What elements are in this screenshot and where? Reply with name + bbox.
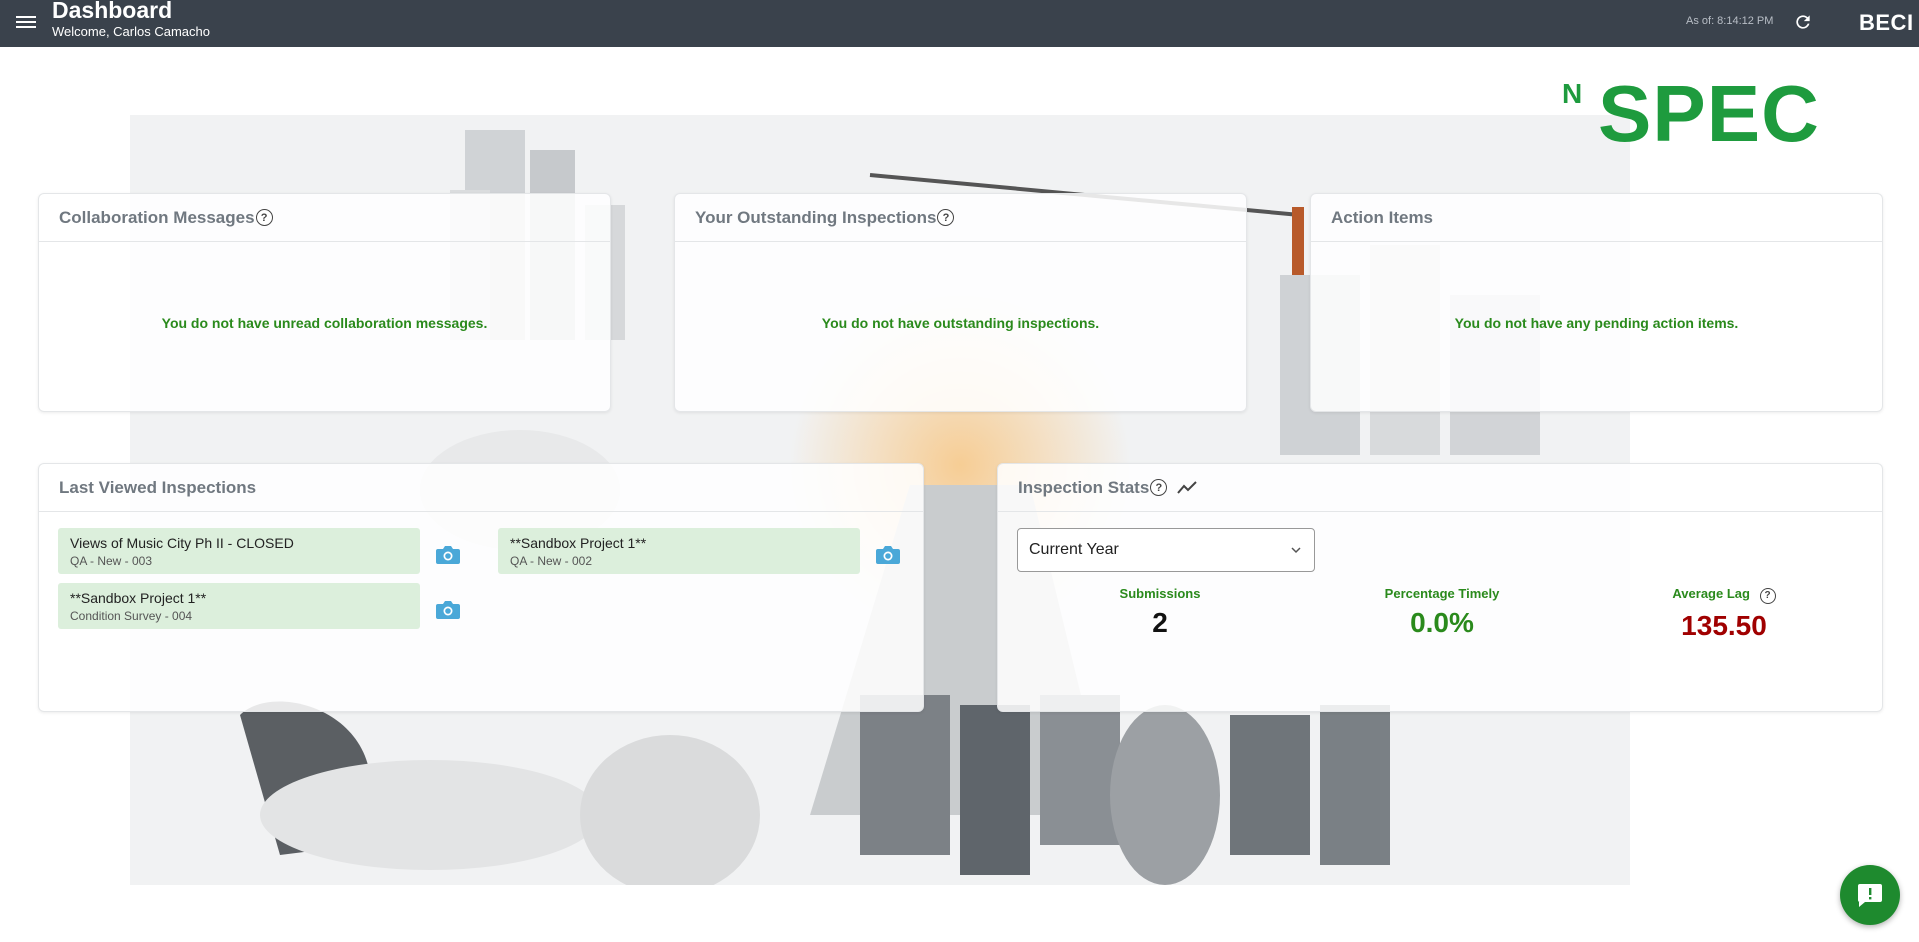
lag-label: Average Lag <box>1672 586 1750 601</box>
top-bar: Dashboard Welcome, Carlos Camacho As of:… <box>0 0 1919 47</box>
nspec-logo: N SPEC <box>1562 69 1862 158</box>
chat-icon <box>1858 884 1882 907</box>
submissions-stat: Submissions 2 <box>1060 586 1260 639</box>
chevron-down-icon <box>1291 547 1301 554</box>
inspection-item[interactable]: **Sandbox Project 1** Condition Survey -… <box>58 583 420 629</box>
title-block: Dashboard Welcome, Carlos Camacho <box>52 0 210 40</box>
help-icon[interactable]: ? <box>1150 479 1168 496</box>
submissions-label: Submissions <box>1119 586 1201 601</box>
empty-message: You do not have unread collaboration mes… <box>161 315 488 331</box>
organization-name: BECI <box>1859 10 1914 35</box>
inspection-name: Views of Music City Ph II - CLOSED <box>70 535 294 551</box>
camera-icon[interactable] <box>435 544 461 566</box>
inspection-name: **Sandbox Project 1** <box>70 590 207 606</box>
welcome-text: Welcome, Carlos Camacho <box>52 24 210 39</box>
refresh-icon[interactable] <box>1793 12 1813 32</box>
empty-message: You do not have any pending action items… <box>1454 315 1739 331</box>
card-title: Your Outstanding Inspections <box>695 207 937 227</box>
card-header: Inspection Stats ? <box>998 464 1882 512</box>
submissions-value: 2 <box>1152 607 1168 638</box>
period-select-value: Current Year <box>1029 541 1119 558</box>
card-title: Action Items <box>1331 207 1434 227</box>
card-title: Collaboration Messages <box>59 207 255 227</box>
action-items-card: Action Items You do not have any pending… <box>1310 193 1883 412</box>
card-header: Your Outstanding Inspections ? <box>675 194 1246 242</box>
timely-stat: Percentage Timely 0.0% <box>1342 586 1542 639</box>
outstanding-inspections-card: Your Outstanding Inspections ? You do no… <box>674 193 1247 412</box>
page-title: Dashboard <box>52 0 173 23</box>
lag-stat: Average Lag ? 135.50 <box>1624 586 1824 642</box>
inspection-type: QA - New - 002 <box>510 554 593 568</box>
help-icon[interactable]: ? <box>937 209 955 226</box>
inspection-item[interactable]: Views of Music City Ph II - CLOSED QA - … <box>58 528 420 574</box>
timely-label: Percentage Timely <box>1384 586 1500 601</box>
inspection-item[interactable]: **Sandbox Project 1** QA - New - 002 <box>498 528 860 574</box>
camera-icon[interactable] <box>875 544 901 566</box>
inspection-stats-card: Inspection Stats ? Current Year Submissi… <box>997 463 1883 712</box>
last-viewed-inspections-card: Last Viewed Inspections Views of Music C… <box>38 463 924 712</box>
chat-button[interactable] <box>1840 865 1900 925</box>
card-header: Action Items <box>1311 194 1882 242</box>
menu-icon[interactable] <box>16 13 36 31</box>
period-select[interactable]: Current Year <box>1017 528 1315 572</box>
lag-label-row: Average Lag ? <box>1624 586 1824 604</box>
inspection-name: **Sandbox Project 1** <box>510 535 647 551</box>
help-icon[interactable]: ? <box>1759 587 1776 604</box>
logo-superscript: N <box>1562 78 1583 109</box>
logo-wordmark: SPEC <box>1598 69 1820 158</box>
inspection-type: QA - New - 003 <box>70 554 153 568</box>
camera-icon[interactable] <box>435 599 461 621</box>
as-of-timestamp: As of: 8:14:12 PM <box>1686 15 1774 27</box>
collaboration-messages-card: Collaboration Messages ? You do not have… <box>38 193 611 412</box>
card-header: Collaboration Messages ? <box>39 194 610 242</box>
trend-icon[interactable] <box>1176 480 1198 496</box>
timely-value: 0.0% <box>1410 607 1474 638</box>
help-icon[interactable]: ? <box>255 209 273 226</box>
lag-value: 135.50 <box>1681 609 1767 641</box>
inspection-type: Condition Survey - 004 <box>70 609 193 623</box>
empty-message: You do not have outstanding inspections. <box>821 315 1100 331</box>
card-title: Last Viewed Inspections <box>59 477 257 497</box>
card-header: Last Viewed Inspections <box>39 464 923 512</box>
card-title: Inspection Stats <box>1018 477 1150 497</box>
